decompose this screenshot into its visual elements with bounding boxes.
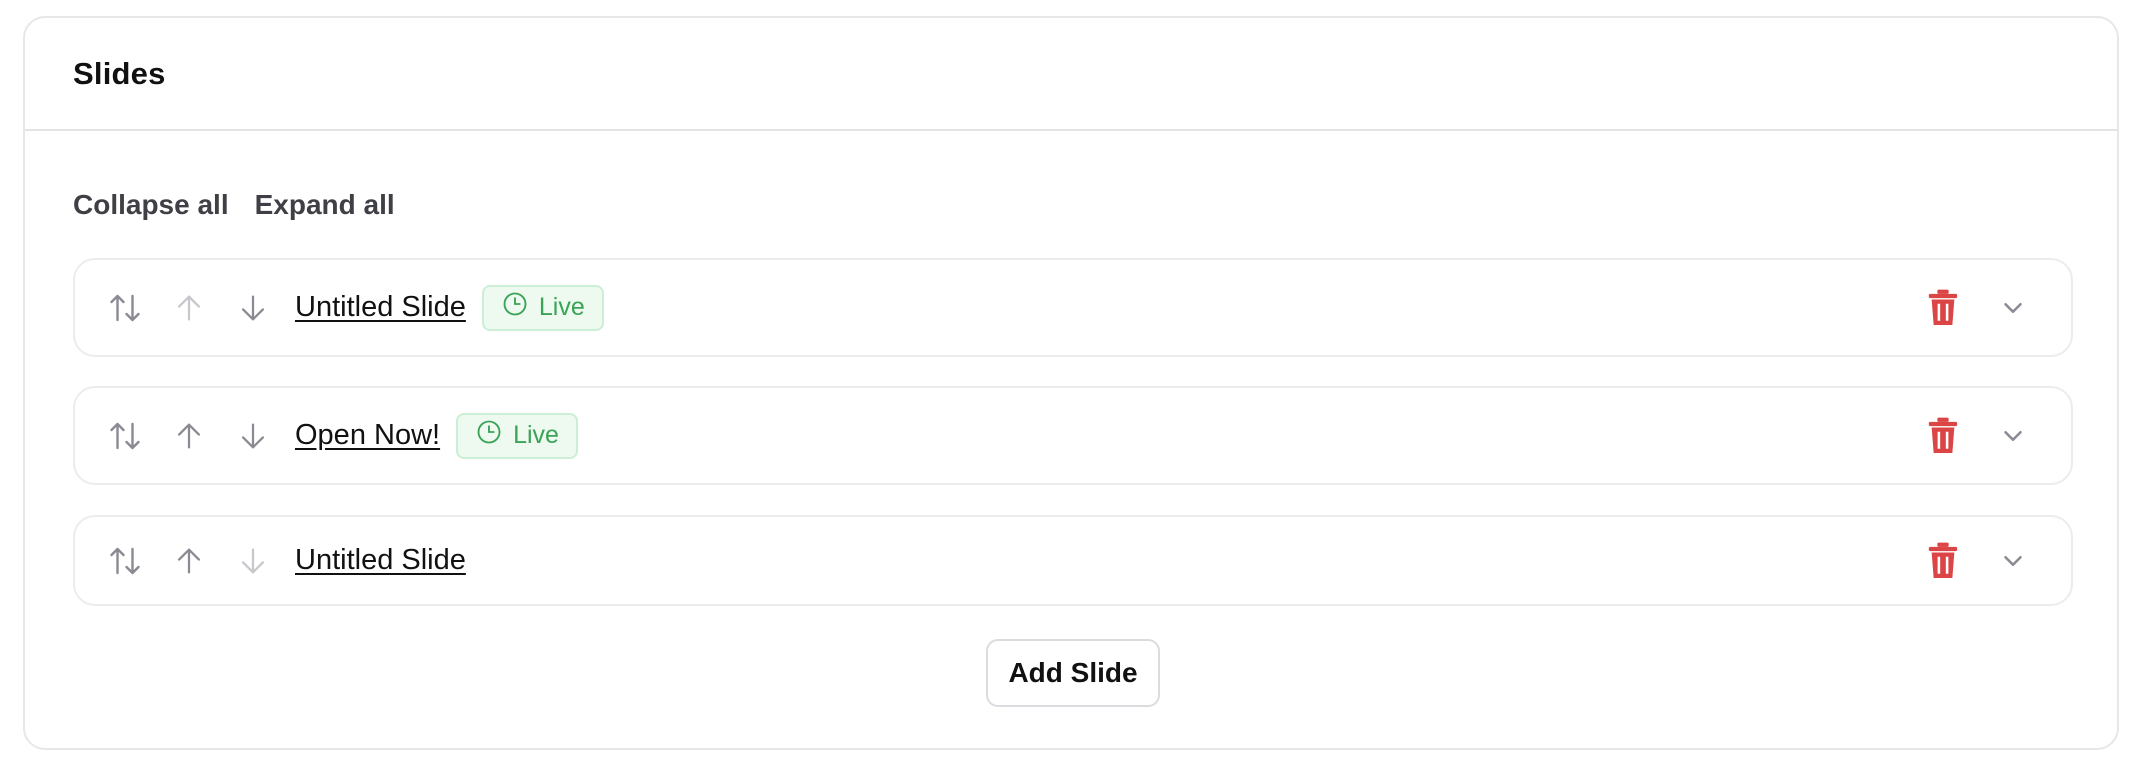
slide-title-link[interactable]: Open Now! [295, 419, 440, 452]
slide-title-link[interactable]: Untitled Slide [295, 544, 466, 577]
expand-all-button[interactable]: Expand all [255, 189, 395, 221]
chevron-down-icon[interactable] [1993, 416, 2033, 456]
sort-arrows-icon[interactable] [105, 288, 145, 328]
add-slide-button[interactable]: Add Slide [986, 639, 1160, 707]
collapse-all-button[interactable]: Collapse all [73, 189, 229, 221]
slides-panel: Slides Collapse all Expand all Untitled … [23, 16, 2119, 750]
arrow-down-icon[interactable] [233, 541, 273, 581]
arrow-down-icon[interactable] [233, 416, 273, 456]
clock-icon [501, 290, 529, 325]
trash-icon[interactable] [1923, 288, 1963, 328]
arrow-up-icon[interactable] [169, 288, 209, 328]
status-badge: Live [481, 284, 604, 331]
arrow-up-icon[interactable] [169, 416, 209, 456]
arrow-up-icon[interactable] [169, 541, 209, 581]
chevron-down-icon[interactable] [1993, 541, 2033, 581]
sort-arrows-icon[interactable] [105, 416, 145, 456]
slide-title-link[interactable]: Untitled Slide [295, 291, 466, 324]
status-label: Live [538, 293, 585, 321]
chevron-down-icon[interactable] [1993, 288, 2033, 328]
slide-row: Open Now! Live [73, 386, 2073, 485]
row-actions [1923, 388, 2033, 483]
clock-icon [475, 418, 503, 453]
status-label: Live [513, 421, 559, 449]
trash-icon[interactable] [1923, 416, 1963, 456]
panel-header: Slides [25, 18, 2117, 131]
status-badge: Live [456, 412, 578, 459]
slide-row: Untitled Slide [73, 515, 2073, 606]
panel-title: Slides [73, 55, 166, 91]
arrow-down-icon[interactable] [233, 288, 273, 328]
trash-icon[interactable] [1923, 541, 1963, 581]
row-actions [1923, 260, 2033, 355]
toolbar: Collapse all Expand all [73, 189, 395, 221]
slide-row: Untitled Slide Live [73, 258, 2073, 357]
slide-list: Untitled Slide Live Open Now! Live Untit… [73, 258, 2073, 606]
row-actions [1923, 517, 2033, 604]
sort-arrows-icon[interactable] [105, 541, 145, 581]
